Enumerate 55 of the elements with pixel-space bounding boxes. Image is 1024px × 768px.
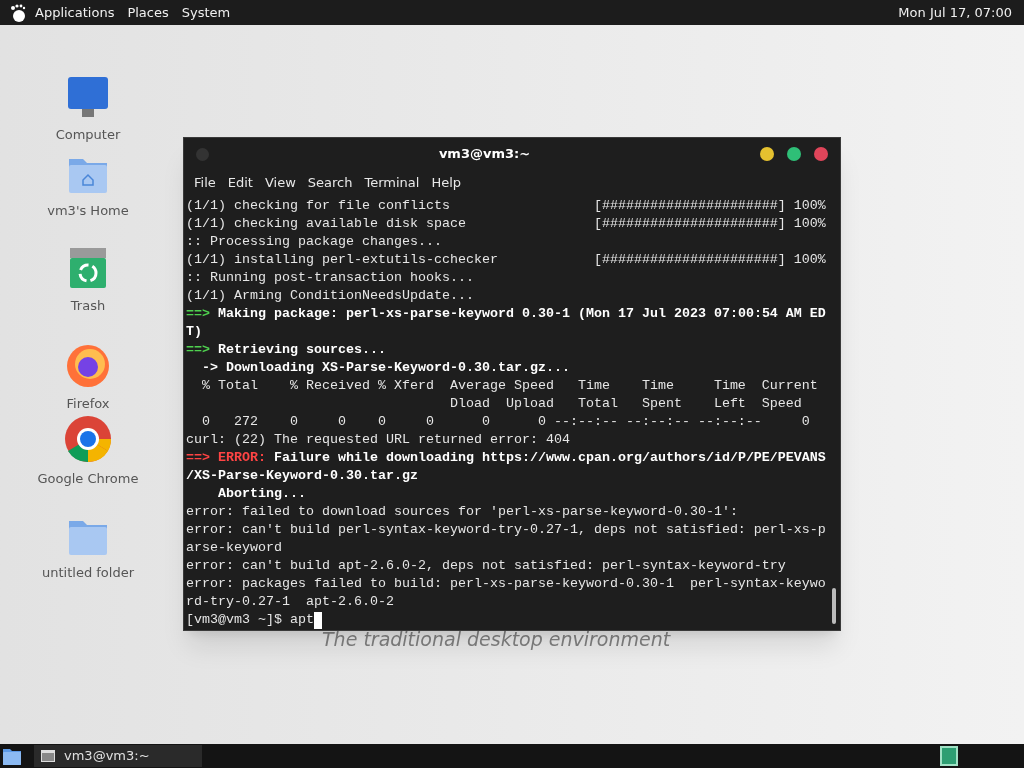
panel-menu[interactable]: System — [181, 2, 231, 23]
terminal-line: :: Running post-transaction hooks... — [186, 269, 475, 287]
clock[interactable]: Mon Jul 17, 07:00 — [898, 2, 1012, 23]
monitor-icon — [66, 75, 110, 119]
terminal-line: error: packages failed to build: perl-xs-parse-keyword-0.30-1 perl-syntax-keywo — [186, 575, 827, 593]
terminal-line: (1/1) Arming ConditionNeedsUpdate... — [186, 287, 475, 305]
wallpaper-caption: The traditional desktop environment — [322, 627, 671, 652]
menu-item[interactable]: Edit — [221, 173, 259, 193]
terminal-line: rd-try-0.27-1 apt-2.6.0-2 — [186, 593, 395, 611]
terminal-line: /XS-Parse-Keyword-0.30.tar.gz — [186, 467, 419, 485]
browser-icon — [64, 415, 112, 463]
terminal-line: arse-keyword — [186, 539, 283, 557]
terminal-line: error: can't build perl-syntax-keyword-try-0.27-1, deps not satisfied: perl-xs-p — [186, 521, 827, 539]
maximize-button[interactable] — [787, 147, 801, 161]
terminal-line: ==> Retrieving sources... — [186, 341, 387, 359]
scrollbar-thumb[interactable] — [832, 588, 836, 624]
terminal-line: (1/1) checking for file conflicts [######################] 100% — [186, 197, 827, 215]
terminal-line: Dload Upload Total Spent Left Speed — [448, 395, 803, 413]
foot-logo-icon — [8, 2, 28, 23]
terminal-line: ==> ERROR: Failure while downloading https://www.cpan.org/authors/id/P/PE/PEVANS — [186, 449, 827, 467]
terminal-line: % Total % Received % Xferd Average Speed Time Time Time Current — [201, 377, 819, 395]
window-title: vm3@vm3:~ — [437, 145, 532, 164]
terminal-line: Aborting... — [217, 485, 307, 503]
window-icon — [40, 749, 56, 763]
menu-item[interactable]: Search — [301, 173, 359, 193]
desktop-icon-label[interactable]: Trash — [70, 296, 106, 316]
show-desktop-icon[interactable] — [2, 746, 22, 766]
desktop-icon-label[interactable]: Google Chrome — [37, 469, 139, 489]
terminal-line: 0 272 0 0 0 0 0 0 --:--:-- --:--:-- --:--:-- 0 — [201, 413, 811, 431]
terminal-line: (1/1) checking available disk space [######################] 100% — [186, 215, 827, 233]
panel-menu[interactable]: Applications — [35, 2, 115, 23]
terminal-line: (1/1) installing perl-extutils-cchecker [######################] 100% — [186, 251, 827, 269]
panel-menu[interactable]: Places — [127, 2, 169, 23]
terminal-line: error: can't build apt-2.6.0-2, deps not satisfied: perl-syntax-keyword-try — [186, 557, 787, 575]
desktop-icon-label[interactable]: Firefox — [66, 393, 110, 413]
menu-item[interactable]: File — [188, 173, 222, 193]
desktop-icon-label[interactable]: Computer — [55, 125, 121, 145]
prompt-line[interactable]: [vm3@vm3 ~]$ apt — [186, 611, 314, 629]
terminal-line: curl: (22) The requested URL returned error: 404 — [186, 431, 571, 449]
close-button[interactable] — [814, 147, 828, 161]
menu-item[interactable]: Terminal — [358, 173, 426, 193]
workspace-switcher[interactable] — [940, 746, 958, 766]
text-cursor — [314, 611, 322, 629]
terminal-line: ==> Making package: perl-xs-parse-keyword 0.30-1 (Mon 17 Jul 2023 07:00:54 AM ED — [186, 305, 827, 323]
desktop-icon-label[interactable]: vm3's Home — [47, 200, 129, 220]
terminal-line: :: Processing package changes... — [186, 233, 443, 251]
menu-item[interactable]: View — [258, 173, 302, 193]
terminal-line: -> Downloading XS-Parse-Keyword-0.30.tar.gz... — [201, 359, 571, 377]
minimize-button[interactable] — [760, 147, 774, 161]
recycle-bin-icon — [68, 246, 108, 290]
desktop-icon-label[interactable]: untitled folder — [42, 562, 134, 582]
menu-item[interactable]: Help — [425, 173, 468, 193]
terminal-line: error: failed to download sources for 'perl-xs-parse-keyword-0.30-1': — [186, 503, 739, 521]
taskbar-button[interactable]: vm3@vm3:~ — [34, 745, 202, 767]
terminal-line: T) — [186, 323, 203, 341]
